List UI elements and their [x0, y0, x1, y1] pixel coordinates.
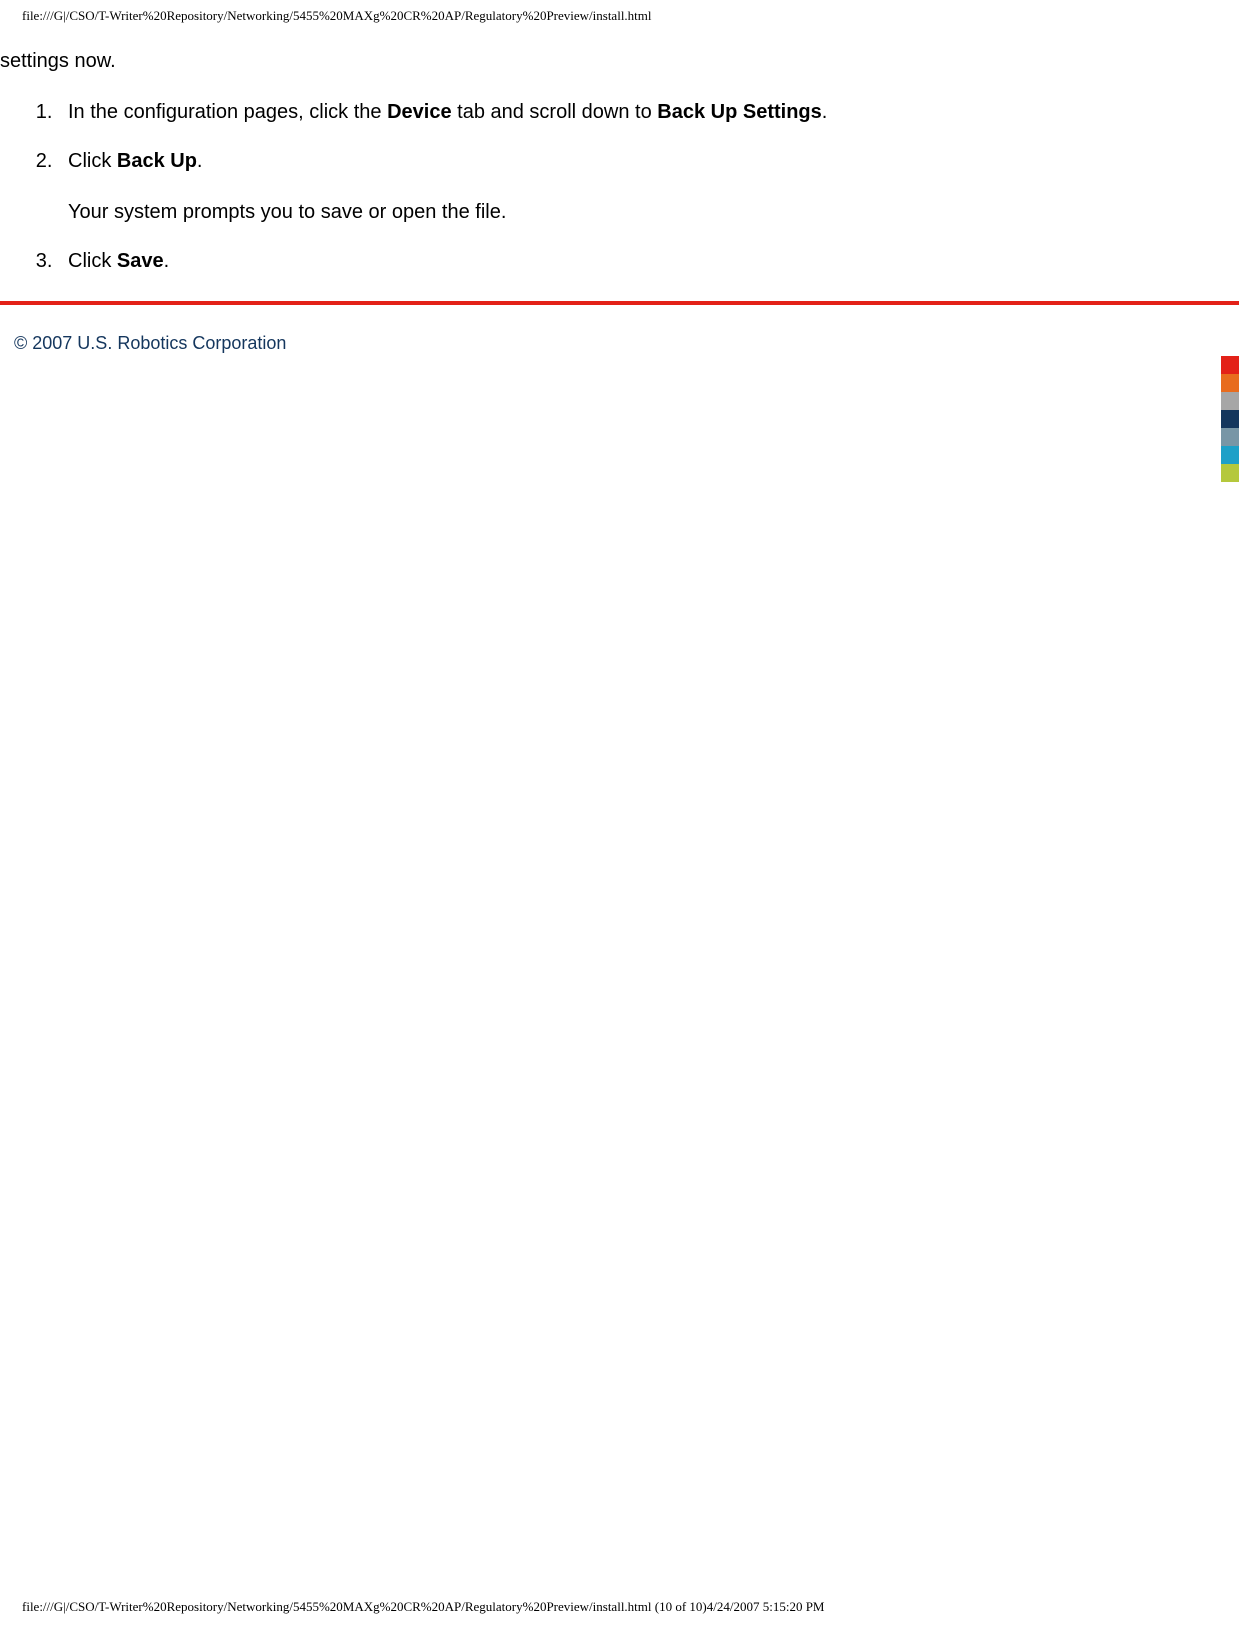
color-blocks	[1221, 356, 1239, 482]
step-1: In the configuration pages, click the De…	[58, 101, 1239, 124]
intro-text: settings now.	[0, 50, 1239, 73]
color-block-orange	[1221, 374, 1239, 392]
color-block-teal	[1221, 446, 1239, 464]
step-2: Click Back Up. Your system prompts you t…	[58, 150, 1239, 224]
step-text: In the configuration pages, click the	[68, 101, 387, 123]
step-text: .	[197, 150, 203, 172]
header-path: file:///G|/CSO/T-Writer%20Repository/Net…	[0, 0, 1239, 24]
color-block-navy	[1221, 410, 1239, 428]
footer-path: file:///G|/CSO/T-Writer%20Repository/Net…	[22, 1599, 825, 1615]
step-bold: Device	[387, 101, 452, 123]
step-bold: Back Up	[117, 150, 197, 172]
step-bold: Back Up Settings	[657, 101, 821, 123]
step-text: .	[164, 250, 170, 272]
color-block-slate	[1221, 428, 1239, 446]
step-text: Click	[68, 150, 117, 172]
step-text: tab and scroll down to	[452, 101, 658, 123]
step-3: Click Save.	[58, 250, 1239, 273]
step-text: Click	[68, 250, 117, 272]
document-content: settings now. In the configuration pages…	[0, 24, 1239, 273]
step-bold: Save	[117, 250, 164, 272]
color-block-grey	[1221, 392, 1239, 410]
copyright-text: © 2007 U.S. Robotics Corporation	[0, 305, 1239, 354]
step-sub-text: Your system prompts you to save or open …	[68, 201, 1239, 224]
color-block-red	[1221, 356, 1239, 374]
step-text: .	[822, 101, 828, 123]
steps-list: In the configuration pages, click the De…	[0, 101, 1239, 273]
color-block-lime	[1221, 464, 1239, 482]
